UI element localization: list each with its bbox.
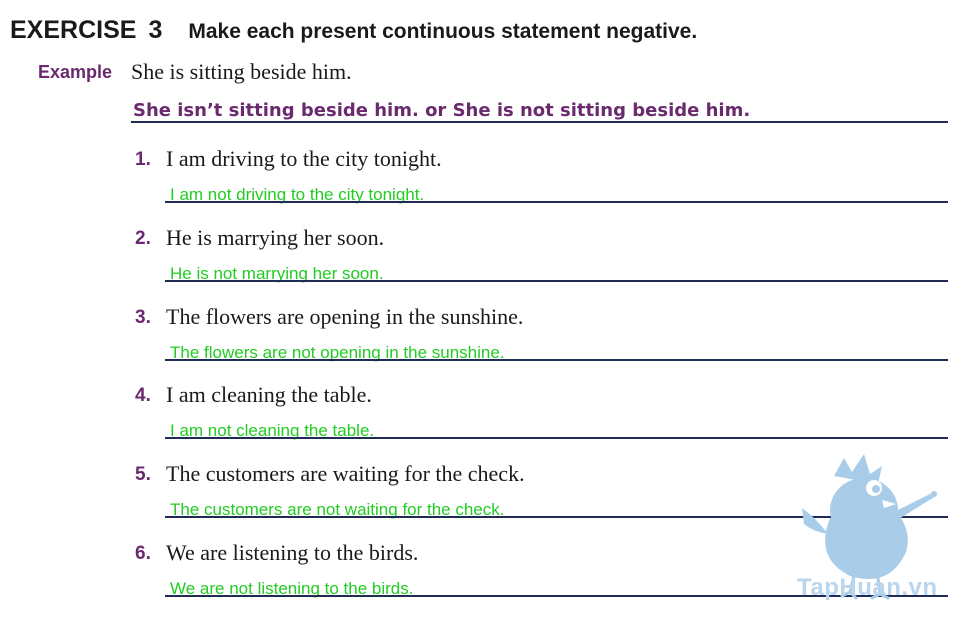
answer-line xyxy=(165,280,948,282)
item-number: 3. xyxy=(135,307,151,328)
watermark-text: TapHuan.vn xyxy=(797,574,938,601)
example-label: Example xyxy=(38,62,113,82)
exercise-item-2: 2. He is marrying her soon. He is not ma… xyxy=(0,225,960,306)
item-sentence: The flowers are opening in the sunshine. xyxy=(166,304,524,329)
item-sentence: I am cleaning the table. xyxy=(166,382,372,407)
exercise-header: EXERCISE 3 Make each present continuous … xyxy=(10,16,697,48)
item-sentence: He is marrying her soon. xyxy=(166,225,385,250)
item-number: 6. xyxy=(135,543,151,564)
item-number: 4. xyxy=(135,385,151,406)
example-answer-line xyxy=(131,121,948,123)
answer-line xyxy=(165,201,948,203)
exercise-label: EXERCISE xyxy=(10,16,137,44)
example-answer: She isn’t sitting beside him. or She is … xyxy=(133,100,751,121)
exercise-item-3: 3. The flowers are opening in the sunshi… xyxy=(0,304,960,385)
exercise-item-1: 1. I am driving to the city tonight. I a… xyxy=(0,146,960,227)
example-sentence: She is sitting beside him. xyxy=(131,59,352,84)
exercise-instruction: Make each present continuous statement n… xyxy=(188,20,698,43)
exercise-number: 3 xyxy=(148,16,163,44)
answer-line xyxy=(165,437,948,439)
item-sentence: I am driving to the city tonight. xyxy=(166,146,442,171)
item-number: 2. xyxy=(135,228,151,249)
item-sentence: The customers are waiting for the check. xyxy=(166,461,525,486)
item-number: 1. xyxy=(135,149,151,170)
answer-line xyxy=(165,359,948,361)
item-number: 5. xyxy=(135,464,151,485)
item-sentence: We are listening to the birds. xyxy=(166,540,419,565)
